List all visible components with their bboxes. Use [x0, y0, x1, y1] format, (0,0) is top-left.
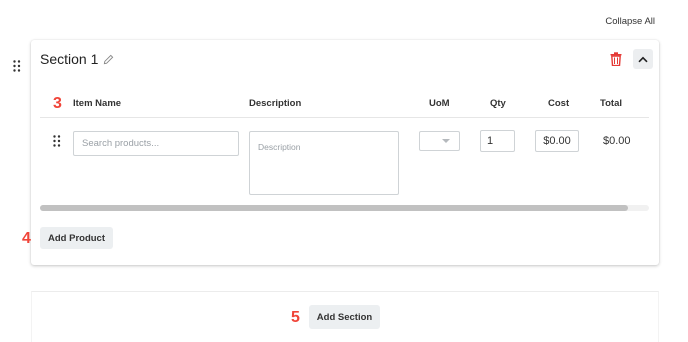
pencil-icon[interactable] [103, 54, 114, 65]
column-header-qty: Qty [490, 98, 506, 109]
step-marker-5: 5 [291, 309, 300, 326]
horizontal-scrollbar[interactable] [40, 205, 649, 211]
description-field[interactable] [249, 131, 399, 195]
scrollbar-thumb[interactable] [40, 205, 628, 211]
row-drag-handle-icon[interactable] [53, 135, 61, 147]
trash-icon[interactable] [610, 52, 622, 66]
section-card: Section 1 Item Name Description UoM Qty … [31, 40, 659, 265]
column-header-uom: UoM [429, 98, 450, 109]
add-product-button[interactable]: Add Product [40, 227, 113, 249]
column-header-total: Total [600, 98, 622, 109]
qty-input[interactable] [480, 130, 515, 152]
section-title: Section 1 [40, 51, 99, 67]
uom-select[interactable] [419, 131, 460, 151]
product-search-input[interactable] [73, 131, 239, 156]
column-header-item-name: Item Name [73, 98, 122, 109]
section-drag-handle-icon[interactable] [13, 60, 21, 72]
step-marker-3: 3 [53, 95, 62, 112]
collapse-section-button[interactable] [633, 49, 653, 69]
total-value: $0.00 [603, 135, 631, 147]
step-marker-4: 4 [22, 230, 31, 247]
add-section-button[interactable]: Add Section [309, 305, 380, 329]
header-divider [40, 117, 649, 118]
collapse-all-link[interactable]: Collapse All [605, 16, 655, 27]
caret-down-icon [442, 139, 450, 143]
column-header-description: Description [249, 98, 302, 109]
chevron-up-icon [638, 56, 648, 62]
column-header-cost: Cost [548, 98, 570, 109]
cost-input[interactable] [535, 130, 579, 152]
